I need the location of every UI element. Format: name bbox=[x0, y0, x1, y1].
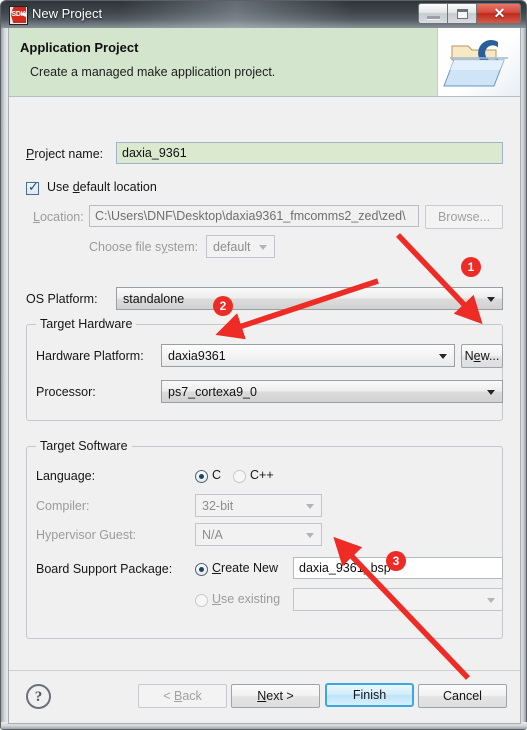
bsp-use-existing-combo[interactable] bbox=[293, 588, 503, 611]
chevron-down-icon bbox=[487, 297, 495, 302]
next-button[interactable]: Next > bbox=[231, 684, 320, 708]
window-title: New Project bbox=[32, 6, 103, 21]
dialog-client-area: Application Project Create a managed mak… bbox=[8, 28, 521, 724]
chevron-down-icon bbox=[259, 245, 267, 250]
annotation-badge-3: 3 bbox=[386, 551, 406, 571]
project-name-input[interactable]: daxia_9361 bbox=[116, 142, 503, 164]
bsp-use-existing-label: Use existing bbox=[212, 592, 281, 606]
language-radio-cpp-label: C++ bbox=[250, 468, 274, 482]
choose-file-system-value: default bbox=[213, 240, 251, 254]
window-left-edge bbox=[1, 28, 8, 724]
help-button[interactable]: ? bbox=[26, 684, 51, 709]
target-software-group-title: Target Software bbox=[36, 439, 132, 453]
sdk-icon-label: SDK bbox=[11, 11, 26, 18]
compiler-value: 32-bit bbox=[202, 499, 234, 513]
close-icon: ✕ bbox=[493, 5, 506, 21]
hypervisor-guest-value: N/A bbox=[202, 528, 223, 542]
target-hardware-group bbox=[26, 324, 503, 421]
new-button[interactable]: New... bbox=[461, 344, 503, 368]
new-project-dialog-window: SDK New Project ✕ Application Project Cr… bbox=[0, 0, 527, 730]
c-project-folder-icon bbox=[437, 28, 520, 96]
board-support-package-label: Board Support Package: bbox=[36, 562, 173, 576]
hardware-platform-value: daxia9361 bbox=[168, 349, 226, 363]
wizard-form: Project name: daxia_9361 ✓ Use default l… bbox=[9, 98, 520, 671]
bsp-create-new-label: Create New bbox=[212, 561, 279, 575]
use-default-location-checkbox[interactable]: ✓ bbox=[26, 180, 39, 195]
bsp-use-existing-radio[interactable] bbox=[195, 594, 208, 607]
title-bar[interactable]: SDK New Project ✕ bbox=[1, 1, 526, 28]
compiler-label: Compiler: bbox=[36, 499, 90, 513]
back-button[interactable]: < Back bbox=[138, 684, 227, 708]
hardware-platform-label: Hardware Platform: bbox=[36, 349, 144, 363]
os-platform-combo[interactable]: standalone bbox=[116, 287, 503, 310]
language-radio-c[interactable] bbox=[195, 470, 208, 483]
window-controls: ✕ bbox=[418, 3, 521, 24]
os-platform-value: standalone bbox=[123, 292, 185, 306]
finish-button[interactable]: Finish bbox=[325, 683, 414, 707]
compiler-combo[interactable]: 32-bit bbox=[195, 494, 322, 517]
chevron-down-icon bbox=[487, 390, 495, 395]
project-name-label: Project name: bbox=[26, 147, 104, 161]
target-hardware-group-title: Target Hardware bbox=[36, 317, 137, 331]
page-title: Application Project bbox=[20, 40, 139, 55]
close-button[interactable]: ✕ bbox=[476, 3, 521, 24]
hypervisor-guest-combo[interactable]: N/A bbox=[195, 523, 322, 546]
hypervisor-guest-label: Hypervisor Guest: bbox=[36, 528, 137, 542]
sdk-icon: SDK bbox=[9, 6, 28, 25]
browse-button[interactable]: Browse... bbox=[425, 205, 503, 229]
check-icon: ✓ bbox=[28, 180, 39, 195]
processor-value: ps7_cortexa9_0 bbox=[168, 385, 257, 399]
maximize-button[interactable] bbox=[447, 3, 476, 24]
dialog-footer: ? < Back Next > Finish Cancel bbox=[9, 670, 520, 723]
hardware-platform-combo[interactable]: daxia9361 bbox=[161, 344, 455, 367]
location-input[interactable]: C:\Users\DNF\Desktop\daxia9361_fmcomms2_… bbox=[89, 205, 419, 227]
minimize-icon bbox=[427, 16, 440, 20]
os-platform-label: OS Platform: bbox=[26, 292, 98, 306]
language-label: Language: bbox=[36, 469, 96, 483]
chevron-down-icon bbox=[306, 533, 314, 538]
annotation-badge-1: 1 bbox=[461, 257, 481, 277]
minimize-button[interactable] bbox=[418, 3, 447, 24]
annotation-badge-2: 2 bbox=[213, 296, 233, 316]
maximize-icon bbox=[457, 9, 468, 19]
wizard-banner: Application Project Create a managed mak… bbox=[9, 28, 520, 97]
chevron-down-icon bbox=[306, 504, 314, 509]
use-default-location-label: Use default location bbox=[47, 180, 157, 194]
choose-file-system-label: Choose file system: bbox=[89, 240, 199, 254]
cancel-button[interactable]: Cancel bbox=[418, 684, 507, 708]
chevron-down-icon bbox=[439, 354, 447, 359]
choose-file-system-combo[interactable]: default bbox=[206, 235, 275, 258]
processor-label: Processor: bbox=[36, 385, 96, 399]
bsp-create-new-radio[interactable] bbox=[195, 563, 208, 576]
language-radio-c-label: C bbox=[212, 468, 222, 482]
processor-combo[interactable]: ps7_cortexa9_0 bbox=[161, 380, 503, 403]
location-label: Location: bbox=[33, 210, 84, 224]
page-description: Create a managed make application projec… bbox=[30, 65, 276, 79]
language-radio-cpp[interactable] bbox=[233, 470, 246, 483]
chevron-down-icon bbox=[487, 598, 495, 603]
